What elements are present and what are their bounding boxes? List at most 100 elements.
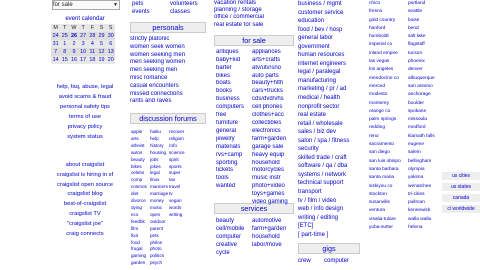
forum-link[interactable]: celebs (131, 170, 149, 177)
forum-link[interactable] (188, 240, 206, 247)
jobs-link[interactable]: medical / health (298, 94, 360, 103)
forum-link[interactable] (188, 212, 206, 219)
personals-link[interactable]: women seek women (130, 44, 206, 52)
jobs-link[interactable]: [ETC] (298, 222, 360, 231)
forum-link[interactable]: money (150, 198, 168, 205)
for-sale-link[interactable]: photo+video (252, 183, 294, 191)
for-sale-link[interactable]: appliances (252, 49, 294, 57)
forum-link[interactable]: arts (131, 136, 149, 143)
for-sale-link[interactable]: barter (216, 65, 252, 73)
city-link[interactable]: los angeles (369, 66, 405, 74)
jobs-link[interactable]: human resources (298, 51, 360, 60)
jobs-link[interactable]: marketing / pr / ad (298, 85, 360, 94)
forums-header[interactable]: discussion forums (130, 113, 206, 125)
forum-link[interactable]: linux (150, 177, 168, 184)
city-link[interactable]: eugene (408, 141, 442, 149)
personals-header[interactable]: personals (130, 22, 206, 33)
city-link[interactable]: visalia-tulare (369, 216, 405, 224)
city-link[interactable]: seattle (408, 8, 442, 16)
services-link[interactable]: beauty (216, 217, 252, 225)
forum-link[interactable]: bikes (131, 164, 149, 171)
calendar-day[interactable]: 27 (78, 32, 88, 41)
jobs-link[interactable]: technical support (298, 179, 360, 188)
city-link[interactable]: fresno (369, 8, 405, 16)
housing-link[interactable]: vacation rentals (214, 0, 294, 7)
calendar-day[interactable]: 29 (96, 32, 107, 41)
city-link[interactable]: boulder (408, 100, 442, 108)
calendar-day[interactable]: 18 (87, 56, 97, 65)
personals-link[interactable]: rants and raves (130, 98, 206, 106)
city-link[interactable]: siskiyou co (369, 183, 405, 191)
services-link[interactable]: labor/move (252, 241, 294, 249)
help-link[interactable]: avoid scams & fraud (52, 92, 118, 102)
city-link[interactable]: klamath falls (408, 133, 442, 141)
city-link[interactable]: walla walla (408, 216, 442, 224)
for-sale-link[interactable]: garage sale (252, 144, 294, 152)
help-link[interactable]: personal safety tips (52, 102, 118, 112)
city-link[interactable]: salt lake (408, 33, 442, 41)
city-link[interactable]: salem (408, 149, 442, 157)
search-category-select[interactable]: for sale ▼ (52, 0, 120, 10)
forum-link[interactable]: tv (169, 191, 187, 198)
for-sale-link[interactable]: video gaming (252, 199, 294, 207)
for-sale-link[interactable]: farm+garden (252, 136, 294, 144)
community-link[interactable]: volunteers (170, 0, 206, 8)
forum-link[interactable]: history (150, 143, 168, 150)
forum-link[interactable]: frugal (131, 246, 149, 253)
forum-link[interactable]: apple (131, 129, 149, 136)
city-link[interactable]: gold country (369, 17, 405, 25)
about-link[interactable]: "craigslist joe" (52, 220, 118, 230)
about-link[interactable]: best-of-craigslist (52, 200, 118, 210)
for-sale-link[interactable]: collectibles (252, 120, 294, 128)
forum-link[interactable] (188, 198, 206, 205)
city-link[interactable]: mendocino co (369, 75, 405, 83)
forum-link[interactable] (188, 205, 206, 212)
calendar-day[interactable]: 19 (96, 56, 107, 65)
forum-link[interactable] (188, 177, 206, 184)
city-link[interactable]: bend (408, 25, 442, 33)
forum-link[interactable]: autos (131, 150, 149, 157)
calendar-day[interactable]: 20 (106, 56, 116, 65)
forum-link[interactable]: marriage (150, 191, 168, 198)
calendar-day[interactable]: 30 (106, 32, 116, 41)
services-link[interactable]: cell/mobile (216, 225, 252, 233)
city-link[interactable]: medford (408, 124, 442, 132)
city-link[interactable]: santa barbara (369, 166, 405, 174)
forum-link[interactable]: tax (169, 177, 187, 184)
forum-link[interactable]: garden (131, 260, 149, 267)
calendar-day[interactable]: 12 (96, 48, 107, 57)
for-sale-link[interactable]: rvs+camp (216, 152, 252, 160)
jobs-link[interactable]: government (298, 43, 360, 52)
for-sale-link[interactable]: business (216, 96, 252, 104)
city-link[interactable]: yuba-sutter (369, 224, 405, 232)
forum-link[interactable]: dying (131, 205, 149, 212)
forum-link[interactable]: housing (150, 150, 168, 157)
city-link[interactable]: redding (369, 124, 405, 132)
forum-link[interactable]: atheist (131, 143, 149, 150)
jobs-link[interactable]: retail / wholesale (298, 120, 360, 129)
community-link[interactable]: pets (132, 0, 168, 8)
for-sale-header[interactable]: for sale (214, 34, 294, 46)
calendar-day[interactable]: 1 (60, 40, 70, 49)
forum-link[interactable] (188, 150, 206, 157)
jobs-link[interactable]: legal / paralegal (298, 68, 360, 77)
forum-link[interactable]: beauty (131, 157, 149, 164)
calendar-day[interactable]: 17 (78, 56, 88, 65)
forum-link[interactable]: photo (150, 246, 168, 253)
forum-link[interactable]: vegan (169, 198, 187, 205)
for-sale-link[interactable]: baby+kid (216, 57, 252, 65)
city-link[interactable]: hanford (369, 25, 405, 33)
city-link[interactable]: portland (408, 0, 442, 8)
forum-link[interactable] (188, 157, 206, 164)
calendar-day[interactable]: 26 (69, 32, 79, 41)
forum-link[interactable]: sports (169, 164, 187, 171)
jobs-link[interactable]: [ part-time ] (298, 231, 360, 240)
city-link[interactable]: las vegas (369, 58, 405, 66)
jobs-link[interactable]: business / mgmt (298, 0, 360, 9)
forum-link[interactable]: gaming (131, 253, 149, 260)
services-link[interactable]: computer (216, 233, 252, 241)
for-sale-link[interactable]: household (252, 160, 294, 168)
for-sale-link[interactable]: jewelry (216, 136, 252, 144)
community-link[interactable]: classes (170, 8, 206, 16)
forum-link[interactable] (188, 136, 206, 143)
